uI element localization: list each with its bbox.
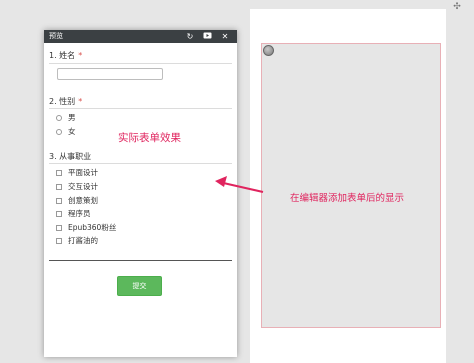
drag-handle-icon[interactable] bbox=[263, 45, 274, 56]
radio-button[interactable] bbox=[56, 129, 62, 135]
option-label: 平面设计 bbox=[68, 168, 98, 177]
checkbox[interactable] bbox=[56, 225, 62, 231]
question-occupation-label: 3. 从事职业 bbox=[49, 152, 92, 161]
option-label: 男 bbox=[68, 113, 76, 122]
close-icon[interactable]: ✕ bbox=[220, 31, 230, 42]
annotation-actual-form: 实际表单效果 bbox=[118, 132, 181, 144]
play-icon[interactable] bbox=[202, 31, 212, 42]
editor-form-placeholder[interactable] bbox=[261, 43, 441, 328]
name-input[interactable] bbox=[57, 68, 163, 80]
question-gender-label: 2. 性别 * bbox=[49, 97, 83, 106]
option-label: 女 bbox=[68, 127, 76, 136]
required-marker: * bbox=[78, 97, 83, 106]
checkbox[interactable] bbox=[56, 211, 62, 217]
option-label: 程序员 bbox=[68, 209, 91, 218]
move-icon[interactable]: ✣ bbox=[452, 2, 462, 12]
refresh-icon[interactable]: ↻ bbox=[185, 31, 195, 42]
arrow-icon bbox=[215, 176, 264, 193]
checkbox[interactable] bbox=[56, 184, 62, 190]
divider bbox=[49, 63, 232, 64]
preview-header: 预览 ↻ ✕ bbox=[44, 30, 237, 43]
option-label: Epub360粉丝 bbox=[68, 223, 117, 232]
question-name-label: 1. 姓名 * bbox=[49, 51, 83, 60]
preview-title: 预览 bbox=[49, 32, 63, 40]
option-label: 打酱油的 bbox=[68, 236, 98, 245]
annotation-editor-display: 在编辑器添加表单后的显示 bbox=[290, 193, 405, 204]
radio-button[interactable] bbox=[56, 115, 62, 121]
divider bbox=[49, 163, 232, 164]
divider bbox=[49, 260, 232, 261]
option-label: 交互设计 bbox=[68, 182, 98, 191]
required-marker: * bbox=[78, 51, 83, 60]
checkbox[interactable] bbox=[56, 238, 62, 244]
checkbox[interactable] bbox=[56, 170, 62, 176]
submit-button[interactable]: 提交 bbox=[117, 276, 162, 296]
option-label: 创意策划 bbox=[68, 196, 98, 205]
divider bbox=[49, 108, 232, 109]
checkbox[interactable] bbox=[56, 198, 62, 204]
